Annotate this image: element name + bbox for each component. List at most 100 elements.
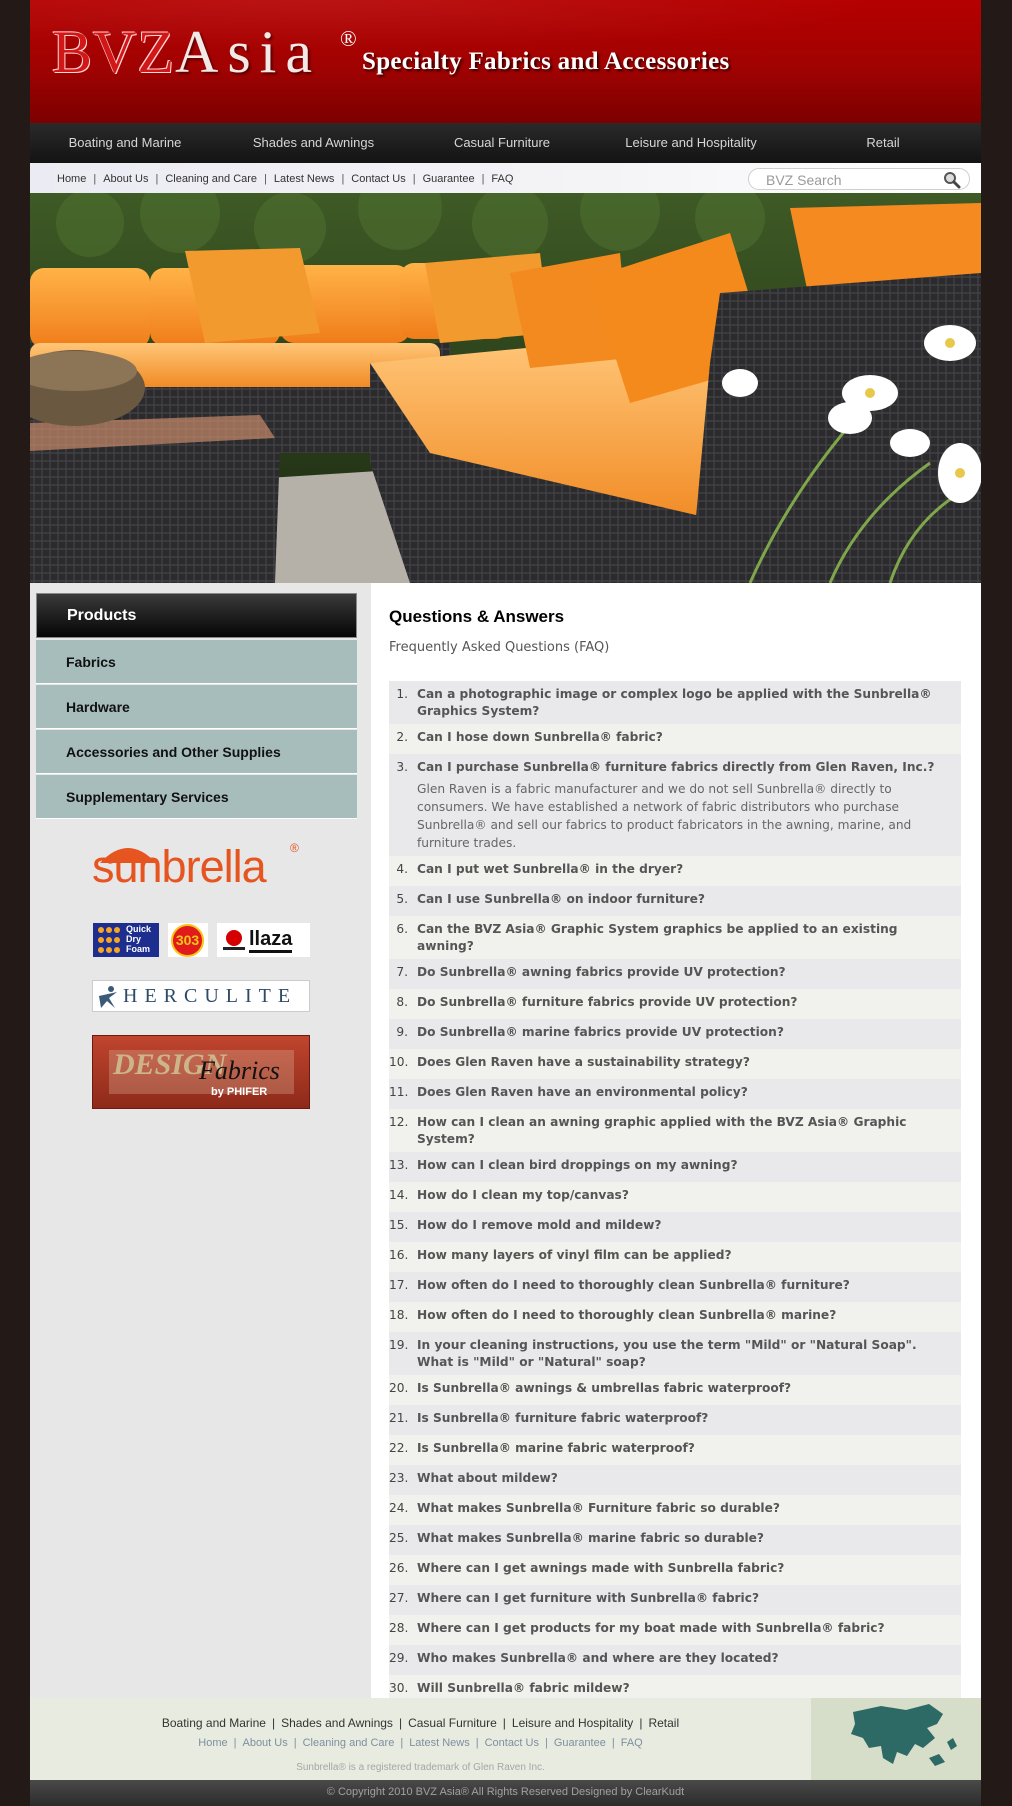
faq-question-link[interactable]: Can I put wet Sunbrella® in the dryer? [417,861,951,878]
search-input[interactable] [766,172,936,188]
faq-question-link[interactable]: Can I hose down Sunbrella® fabric? [417,729,951,746]
footer-sub-contact[interactable]: Contact Us [485,1737,539,1749]
footer-sub-guarantee[interactable]: Guarantee [554,1737,606,1749]
faq-question-link[interactable]: Is Sunbrella® awnings & umbrellas fabric… [417,1380,951,1397]
faq-item[interactable]: 29. Who makes Sunbrella® and where are th… [389,1645,961,1675]
faq-question-link[interactable]: How often do I need to thoroughly clean … [417,1277,951,1294]
util-link-guarantee[interactable]: Guarantee [423,173,475,185]
faq-question-link[interactable]: In your cleaning instructions, you use t… [417,1337,951,1371]
faq-item[interactable]: 10. Does Glen Raven have a sustainability… [389,1049,961,1079]
faq-question-link[interactable]: What makes Sunbrella® Furniture fabric s… [417,1500,951,1517]
faq-question-link[interactable]: Where can I get products for my boat mad… [417,1620,951,1637]
logo-303[interactable]: 303 [168,923,208,957]
main-nav-casual-furniture[interactable]: Casual Furniture [407,123,597,163]
faq-item[interactable]: 11. Does Glen Raven have an environmental… [389,1079,961,1109]
faq-item-number: 25. [389,1531,409,1545]
faq-item[interactable]: 24. What makes Sunbrella® Furniture fabri… [389,1495,961,1525]
sidebar-item-supplementary-services[interactable]: Supplementary Services [36,775,357,819]
util-link-cleaning[interactable]: Cleaning and Care [165,173,257,185]
faq-item[interactable]: 1. Can a photographic image or complex lo… [389,681,961,724]
faq-question-link[interactable]: How can I clean bird droppings on my awn… [417,1157,951,1174]
faq-item[interactable]: 26. Where can I get awnings made with Sun… [389,1555,961,1585]
faq-question-link[interactable]: Where can I get furniture with Sunbrella… [417,1590,951,1607]
faq-item[interactable]: 20. Is Sunbrella® awnings & umbrellas fab… [389,1375,961,1405]
faq-item[interactable]: 2. Can I hose down Sunbrella® fabric? [389,724,961,754]
footer-link-boating[interactable]: Boating and Marine [162,1716,266,1730]
faq-question-link[interactable]: How do I clean my top/canvas? [417,1187,951,1204]
main-nav-boating-marine[interactable]: Boating and Marine [30,123,220,163]
quick-dry-foam-logo[interactable]: Quick Dry Foam [93,923,159,957]
footer-link-shades[interactable]: Shades and Awnings [281,1716,393,1730]
footer-link-casual[interactable]: Casual Furniture [408,1716,497,1730]
faq-item[interactable]: 22. Is Sunbrella® marine fabric waterproo… [389,1435,961,1465]
faq-item[interactable]: 21. Is Sunbrella® furniture fabric waterp… [389,1405,961,1435]
faq-item[interactable]: 4. Can I put wet Sunbrella® in the dryer? [389,856,961,886]
footer-sub-news[interactable]: Latest News [409,1737,470,1749]
faq-item[interactable]: 25. What makes Sunbrella® marine fabric s… [389,1525,961,1555]
faq-question-link[interactable]: What makes Sunbrella® marine fabric so d… [417,1530,951,1547]
faq-item[interactable]: 18. How often do I need to thoroughly cle… [389,1302,961,1332]
faq-item[interactable]: 17. How often do I need to thoroughly cle… [389,1272,961,1302]
faq-item[interactable]: 12. How can I clean an awning graphic app… [389,1109,961,1152]
faq-question-link[interactable]: Where can I get awnings made with Sunbre… [417,1560,951,1577]
faq-question-link[interactable]: Do Sunbrella® marine fabrics provide UV … [417,1024,951,1041]
faq-question-link[interactable]: What about mildew? [417,1470,951,1487]
faq-question-link[interactable]: How do I remove mold and mildew? [417,1217,951,1234]
sunbrella-logo[interactable]: sunbrella ® [90,833,305,893]
faq-item[interactable]: 9. Do Sunbrella® marine fabrics provide U… [389,1019,961,1049]
faq-item[interactable]: 15. How do I remove mold and mildew? [389,1212,961,1242]
sidebar-item-accessories[interactable]: Accessories and Other Supplies [36,730,357,774]
faq-item[interactable]: 13. How can I clean bird droppings on my … [389,1152,961,1182]
faq-question-link[interactable]: Do Sunbrella® awning fabrics provide UV … [417,964,951,981]
faq-question-link[interactable]: How can I clean an awning graphic applie… [417,1114,951,1148]
separator: | [481,173,485,185]
faq-question-link[interactable]: Does Glen Raven have an environmental po… [417,1084,951,1101]
sidebar-item-fabrics[interactable]: Fabrics [36,640,357,684]
util-link-home[interactable]: Home [57,173,86,185]
faq-item-number: 1. [396,687,408,701]
util-link-contact[interactable]: Contact Us [351,173,405,185]
faq-item[interactable]: 23. What about mildew? [389,1465,961,1495]
faq-question-link[interactable]: Can I purchase Sunbrella® furniture fabr… [417,759,951,776]
footer-link-leisure[interactable]: Leisure and Hospitality [512,1716,633,1730]
faq-question-link[interactable]: Who makes Sunbrella® and where are they … [417,1650,951,1667]
faq-item[interactable]: 6. Can the BVZ Asia® Graphic System graph… [389,916,961,959]
faq-item[interactable]: 5. Can I use Sunbrella® on indoor furnitu… [389,886,961,916]
footer-link-retail[interactable]: Retail [648,1716,679,1730]
faq-question-link[interactable]: Can the BVZ Asia® Graphic System graphic… [417,921,951,955]
util-link-faq[interactable]: FAQ [491,173,513,185]
util-link-news[interactable]: Latest News [274,173,335,185]
faq-item[interactable]: 7. Do Sunbrella® awning fabrics provide U… [389,959,961,989]
faq-question-link[interactable]: Can a photographic image or complex logo… [417,686,951,720]
faq-question-link[interactable]: How often do I need to thoroughly clean … [417,1307,951,1324]
faq-question-link[interactable]: Will Sunbrella® fabric mildew? [417,1680,951,1697]
faq-item[interactable]: 28. Where can I get products for my boat … [389,1615,961,1645]
main-nav-leisure-hospitality[interactable]: Leisure and Hospitality [597,123,785,163]
faq-question-link[interactable]: Does Glen Raven have a sustainability st… [417,1054,951,1071]
main-nav-retail[interactable]: Retail [785,123,981,163]
design-fabrics-phifer-logo[interactable]: DESIGN Fabrics by PHIFER [92,1035,310,1109]
faq-item[interactable]: 8. Do Sunbrella® furniture fabrics provid… [389,989,961,1019]
faq-question-link[interactable]: Is Sunbrella® marine fabric waterproof? [417,1440,951,1457]
faq-question-link[interactable]: Can I use Sunbrella® on indoor furniture… [417,891,951,908]
footer-sub-about[interactable]: About Us [242,1737,287,1749]
faq-item[interactable]: 19. In your cleaning instructions, you us… [389,1332,961,1375]
faq-item[interactable]: 16. How many layers of vinyl film can be … [389,1242,961,1272]
footer-sub-home[interactable]: Home [198,1737,227,1749]
bvz-asia-logo[interactable]: BVZAsia ® [52,18,357,88]
main-nav-shades-awnings[interactable]: Shades and Awnings [220,123,407,163]
faq-question-link[interactable]: How many layers of vinyl film can be app… [417,1247,951,1264]
footer-sub-faq[interactable]: FAQ [621,1737,643,1749]
faq-item[interactable]: 14. How do I clean my top/canvas? [389,1182,961,1212]
search-icon[interactable] [943,171,961,189]
faq-question-link[interactable]: Do Sunbrella® furniture fabrics provide … [417,994,951,1011]
faq-item[interactable]: 27. Where can I get furniture with Sunbre… [389,1585,961,1615]
util-link-about[interactable]: About Us [103,173,148,185]
faq-question-link[interactable]: Is Sunbrella® furniture fabric waterproo… [417,1410,951,1427]
faq-item-number: 13. [389,1158,409,1172]
herculite-logo[interactable]: HERCULITE [92,980,310,1012]
sidebar-item-hardware[interactable]: Hardware [36,685,357,729]
faq-item[interactable]: 3. Can I purchase Sunbrella® furniture fa… [389,754,961,856]
llaza-logo[interactable]: llaza [217,923,310,957]
footer-sub-cleaning[interactable]: Cleaning and Care [303,1737,395,1749]
